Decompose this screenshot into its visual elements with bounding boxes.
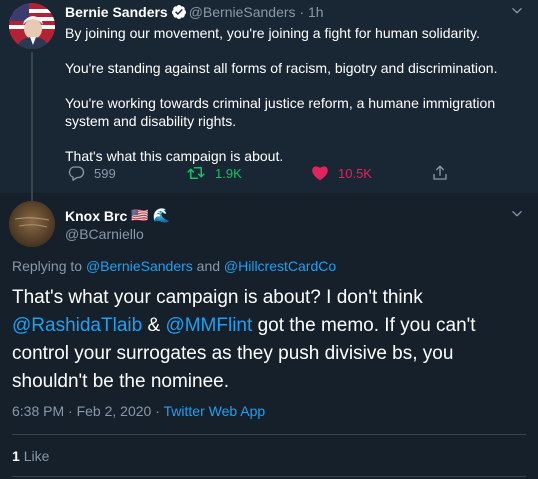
tweet-meta: 6:38 PM · Feb 2, 2020 · Twitter Web App [12, 403, 265, 419]
tweet-text: That's what your campaign is about? I do… [12, 284, 527, 396]
like-button[interactable]: 10.5K [311, 164, 372, 182]
reply-icon [67, 164, 85, 182]
chevron-down-icon[interactable] [510, 207, 524, 226]
wave-emoji: 🌊 [152, 207, 171, 223]
avatar[interactable] [9, 201, 55, 247]
avatar[interactable] [9, 3, 55, 49]
replying-prefix: Replying to [12, 258, 83, 274]
share-icon [431, 164, 449, 182]
replying-and: and [196, 258, 221, 274]
tweet-time[interactable]: 6:38 PM [12, 403, 64, 419]
tweet-actions: 599 1.9K 10.5K [0, 164, 538, 186]
tweet-paragraph: You're standing against all forms of rac… [65, 60, 498, 76]
tweet-header: Bernie Sanders @BernieSanders · 1h [65, 4, 324, 23]
mention-link[interactable]: @BernieSanders [86, 258, 193, 274]
author-name[interactable]: Knox Brc 🇺🇸 🌊 [65, 207, 170, 224]
like-label: Like [23, 448, 50, 464]
separator: · [68, 403, 73, 419]
retweet-button[interactable]: 1.9K [186, 164, 242, 182]
chevron-down-icon[interactable] [510, 4, 524, 23]
share-button[interactable] [431, 164, 449, 182]
avatar-image [9, 3, 55, 49]
mention-link[interactable]: @HillcrestCardCo [224, 258, 336, 274]
mention-link[interactable]: @RashidaTlaib [12, 315, 142, 336]
parent-tweet[interactable]: Bernie Sanders @BernieSanders · 1h By joi… [0, 0, 538, 202]
tweet-text-part: & [147, 315, 161, 336]
reply-button[interactable]: 599 [67, 164, 116, 182]
tweet-paragraph: By joining our movement, you're joining … [65, 25, 480, 41]
like-count: 1 [12, 448, 20, 464]
separator: · [155, 403, 160, 419]
reply-count: 599 [94, 165, 116, 181]
tweet-paragraph: You're working towards criminal justice … [65, 95, 496, 129]
likes-summary[interactable]: 1 Like [12, 448, 49, 464]
tweet-paragraph: That's what this campaign is about. [65, 148, 284, 164]
mention-link[interactable]: @MMFlint [165, 315, 252, 336]
verified-badge-icon [171, 4, 187, 23]
like-count: 10.5K [338, 165, 372, 181]
retweet-count: 1.9K [215, 165, 242, 181]
tweet-date[interactable]: Feb 2, 2020 [77, 403, 152, 419]
heart-icon [311, 164, 329, 182]
separator: · [299, 4, 305, 20]
tweet-text-part: That's what your campaign is about? I do… [12, 287, 423, 308]
tweet-text: By joining our movement, you're joining … [65, 24, 525, 165]
author-display-name: Knox Brc [65, 207, 128, 224]
flag-emoji: 🇺🇸 [131, 207, 149, 223]
source-link[interactable]: Twitter Web App [164, 403, 266, 419]
author-name[interactable]: Bernie Sanders [65, 4, 168, 20]
divider [12, 476, 526, 477]
avatar-image [9, 201, 55, 247]
divider [12, 434, 526, 435]
author-handle[interactable]: @BCarniello [65, 226, 144, 242]
tweet-time[interactable]: 1h [308, 4, 324, 20]
author-handle[interactable]: @BernieSanders [189, 4, 296, 20]
retweet-icon [186, 164, 206, 182]
replying-to: Replying to @BernieSanders and @Hillcres… [12, 258, 336, 274]
